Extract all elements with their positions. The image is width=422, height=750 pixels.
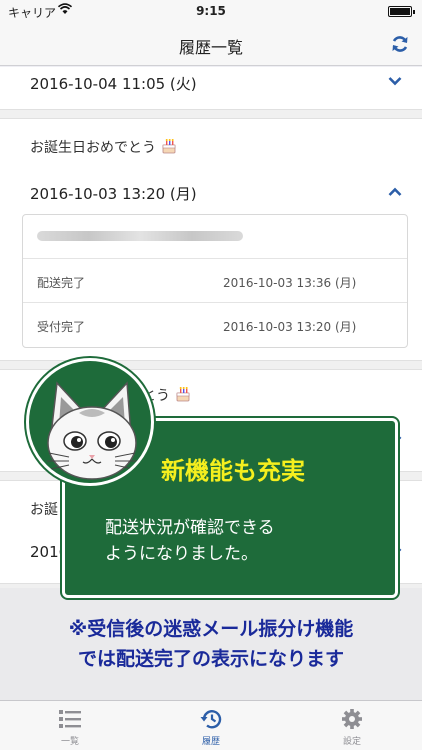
- promo-line: では配送完了の表示になります: [77, 648, 344, 670]
- detail-label: 配送完了: [37, 276, 86, 290]
- chevron-down-icon[interactable]: [388, 76, 402, 86]
- chevron-up-icon[interactable]: [388, 187, 402, 197]
- history-icon: [200, 710, 222, 729]
- detail-label: 受付完了: [37, 320, 86, 334]
- status-bar: キャリア 9:15: [0, 0, 422, 22]
- tab-bar: 一覧 履歴 設定: [0, 700, 422, 750]
- tab-label: 設定: [342, 737, 361, 747]
- delivery-detail-panel: 配送完了 2016-10-03 13:36 (月) 受付完了 2016-10-0…: [22, 214, 408, 348]
- detail-row: 配送完了 2016-10-03 13:36 (月): [23, 259, 407, 303]
- tab-label: 一覧: [60, 737, 79, 747]
- cake-icon: [177, 387, 190, 402]
- gear-icon: [342, 709, 362, 729]
- tab-label: 履歴: [201, 737, 220, 747]
- announcement-line: 配送状況が確認できる: [105, 518, 275, 538]
- divider: [0, 109, 422, 119]
- nav-bar: 履歴一覧: [0, 22, 422, 66]
- entry-subject: お誕: [30, 502, 58, 518]
- entry-date[interactable]: 2016-10-03 13:20 (月): [30, 183, 197, 204]
- cat-mascot: [26, 358, 154, 486]
- cat-face-illustration: [47, 381, 137, 480]
- refresh-icon[interactable]: [390, 34, 410, 54]
- tab-settings[interactable]: 設定: [282, 701, 422, 750]
- recipient-row: [23, 215, 407, 259]
- detail-value: 2016-10-03 13:36 (月): [223, 276, 357, 290]
- battery-icon: [388, 6, 415, 17]
- announcement-line: ようになりました。: [105, 544, 258, 564]
- page-title: 履歴一覧: [178, 38, 243, 57]
- list-icon: [59, 710, 81, 728]
- tab-list[interactable]: 一覧: [0, 701, 140, 750]
- tab-history[interactable]: 履歴: [141, 701, 281, 750]
- entry-subject: お誕生日おめでとう: [30, 137, 178, 157]
- blurred-recipient: [37, 231, 243, 241]
- clock: 9:15: [196, 4, 226, 18]
- detail-row: 受付完了 2016-10-03 13:20 (月): [23, 303, 407, 347]
- entry-date[interactable]: 2016-10-04 11:05 (火): [30, 73, 197, 94]
- cake-icon: [163, 139, 176, 154]
- promo-line: ※受信後の迷惑メール振分け機能: [68, 618, 354, 640]
- announcement-body: 配送状況が確認できる ようになりました。: [105, 515, 385, 567]
- promo-caption: ※受信後の迷惑メール振分け機能 では配送完了の表示になります: [0, 588, 422, 700]
- subject-text: お誕生日おめでとう: [30, 140, 156, 156]
- detail-value: 2016-10-03 13:20 (月): [223, 320, 357, 334]
